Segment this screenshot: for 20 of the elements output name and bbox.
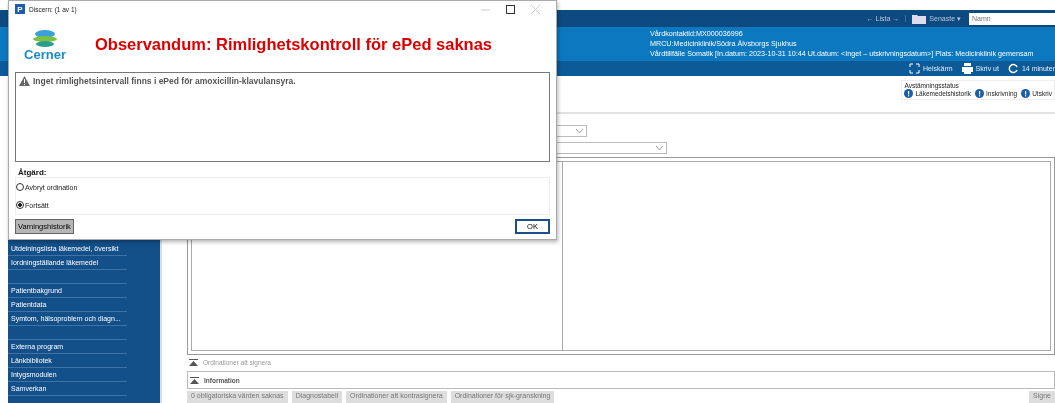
warning-icon (19, 76, 30, 86)
collapse-icon (190, 376, 199, 384)
alert-heading: Observandum: Rimlighetskontroll för ePed saknas (95, 35, 492, 54)
maximize-icon[interactable] (506, 4, 515, 14)
chevron-icon (656, 145, 663, 151)
printer-icon (961, 63, 973, 74)
app-icon: P (15, 4, 25, 14)
folder-icon (912, 13, 927, 24)
close-icon[interactable] (531, 4, 540, 14)
info-icon (1021, 89, 1031, 98)
chevron-icon (576, 128, 583, 134)
logo: Cerner (15, 28, 75, 61)
logo-mark-icon (32, 28, 58, 48)
info-icon (904, 89, 914, 98)
alert-message: Inget rimlighetsintervall finns i ePed för amoxicillin-klavulansyra. (33, 76, 296, 86)
collapse-icon (189, 358, 198, 366)
action-label: Åtgärd: (17, 168, 48, 177)
refresh-icon (1007, 63, 1019, 74)
info-icon (975, 89, 985, 98)
expand-icon (909, 63, 920, 74)
